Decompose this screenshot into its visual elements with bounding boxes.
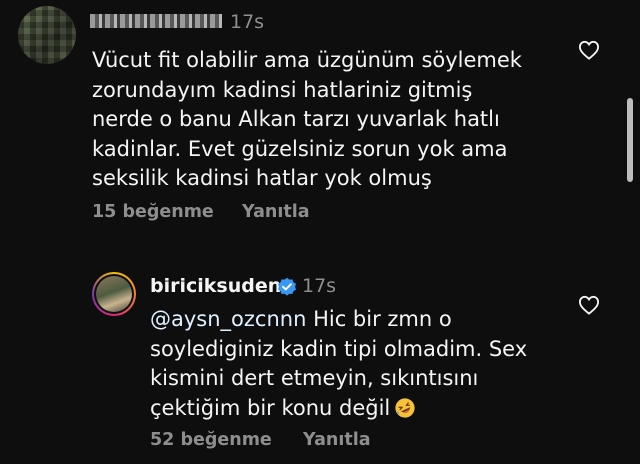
mention-link[interactable]: @aysn_ozcnnn (150, 307, 306, 331)
heart-outline-icon[interactable] (578, 295, 600, 315)
comment-username[interactable]: biriciksuden (150, 275, 281, 297)
blurred-avatar[interactable] (18, 6, 76, 64)
comment-1: 17s Vücut fit olabilir ama üzgünüm söyle… (0, 0, 640, 240)
reply-button[interactable]: Yanıtla (303, 430, 371, 450)
reply-button[interactable]: Yanıtla (242, 202, 310, 222)
verified-badge-icon (278, 277, 296, 296)
heart-outline-icon[interactable] (578, 40, 600, 60)
likes-count[interactable]: 52 beğenme (150, 430, 272, 450)
avatar[interactable] (92, 272, 136, 316)
comment-2: biriciksuden 17s @aysn_ozcnnn Hic bir zm… (0, 255, 640, 464)
likes-count[interactable]: 15 beğenme (92, 202, 214, 222)
comment-text: Vücut fit olabilir ama üzgünüm söylemek … (92, 48, 522, 190)
rolling-laughing-emoji (395, 397, 415, 418)
pixelated-username[interactable] (90, 14, 222, 28)
comment-time: 17s (302, 275, 337, 297)
scrollbar[interactable] (627, 98, 633, 182)
comment-text: @aysn_ozcnnn Hic bir zmn o soylediginiz … (150, 305, 570, 423)
comment-time: 17s (230, 11, 265, 33)
